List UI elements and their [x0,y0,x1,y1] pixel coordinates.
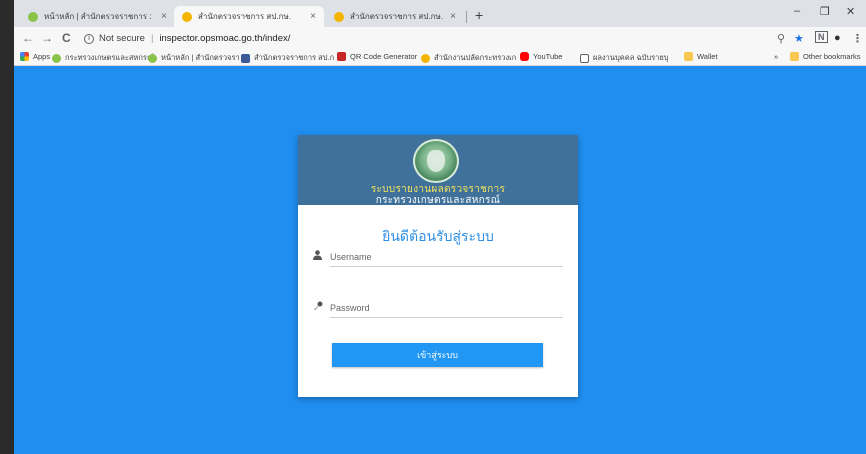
bookmarks-overflow[interactable]: » [774,52,778,61]
tab-strip: หน้าหลัก | สำนักตรวจราชการ : × สำนักตรวจ… [14,0,866,27]
address-bar[interactable]: i Not secure | inspector.opsmoac.go.th/i… [84,30,774,47]
tab-inspector[interactable]: สำนักตรวจราชการ สป.กษ. × [326,6,464,27]
youtube-icon [520,52,529,61]
bookmark-apps[interactable]: Apps [20,52,50,61]
ministry-seal-icon [413,139,459,183]
forward-icon[interactable]: → [41,31,53,45]
user-icon [313,250,322,263]
tab-inspector-active[interactable]: สำนักตรวจราชการ สป.กษ. × [174,6,324,27]
browser-toolbar: ← → C i Not secure | inspector.opsmoac.g… [14,27,866,49]
tab-home[interactable]: หน้าหลัก | สำนักตรวจราชการ : × [20,6,175,27]
ministry-icon [421,53,430,63]
close-window-icon[interactable]: ✕ [846,5,855,18]
qr-code-icon [337,52,346,61]
bookmark-opsmoac[interactable]: สำนักงานปลัดกระทรวงเก [421,52,516,64]
tab-close-icon[interactable]: × [450,11,456,22]
key-icon [313,301,323,314]
browser-window: หน้าหลัก | สำนักตรวจราชการ : × สำนักตรวจ… [14,0,866,454]
menu-icon[interactable]: ⋮ [852,32,863,45]
garuda-favicon-icon [28,11,38,22]
bookmark-star-icon[interactable]: ★ [794,32,804,45]
extension-icon[interactable]: N [815,31,828,43]
bookmark-home[interactable]: หน้าหลัก | สำนักตรวจรา [148,52,240,64]
ministry-favicon-icon [182,11,192,22]
url-text: inspector.opsmoac.go.th/index/ [159,33,291,44]
password-input[interactable] [330,298,563,318]
login-button[interactable]: เข้าสู่ระบบ [332,343,543,367]
tab-close-icon[interactable]: × [161,11,167,22]
ministry-name: กระทรวงเกษตรและสหกรณ์ [375,195,501,206]
bookmark-moac[interactable]: กระทรวงเกษตรและสหกรณ์ [52,52,154,64]
garuda-icon [148,53,157,63]
minimize-icon[interactable]: – [794,5,800,17]
profile-avatar-icon[interactable]: ● [834,32,841,44]
garuda-icon [52,53,61,63]
apps-grid-icon [20,52,29,61]
address-divider: | [150,33,154,44]
bookmark-qr[interactable]: QR Code Generator [337,52,417,61]
security-status: Not secure [99,33,145,44]
folder-icon [684,52,693,61]
username-input[interactable] [330,247,563,267]
new-tab-button[interactable]: + [475,7,483,23]
info-icon[interactable]: i [84,33,94,44]
zoom-icon[interactable]: ⚲ [777,32,785,45]
reload-icon[interactable]: C [62,31,71,45]
bookmark-facebook[interactable]: สำนักตรวจราชการ สป.ก [241,52,334,64]
username-field [313,247,563,269]
page-icon [580,53,589,63]
welcome-heading: ยินดีต้อนรับสู่ระบบ [382,228,494,244]
bookmarks-bar: Apps กระทรวงเกษตรและสหกรณ์ หน้าหลัก | สำ… [14,49,866,66]
bookmark-youtube[interactable]: YouTube [520,52,562,61]
back-icon[interactable]: ← [22,31,34,45]
login-card: ระบบรายงานผลตรวจราชการ กระทรวงเกษตรและสห… [298,135,578,397]
password-field [313,298,563,320]
tab-separator [466,11,467,23]
tab-close-icon[interactable]: × [310,11,316,22]
facebook-icon [241,53,250,63]
maximize-icon[interactable]: ❐ [820,5,830,18]
bookmark-wallet[interactable]: Wallet [684,52,718,61]
folder-icon [790,52,799,61]
bookmark-document[interactable]: ผลงานบุคคล ฉบับรายบุ [580,52,669,64]
login-header: ระบบรายงานผลตรวจราชการ กระทรวงเกษตรและสห… [298,135,578,206]
ministry-favicon-icon [334,11,344,22]
bookmark-other[interactable]: Other bookmarks [790,52,861,61]
